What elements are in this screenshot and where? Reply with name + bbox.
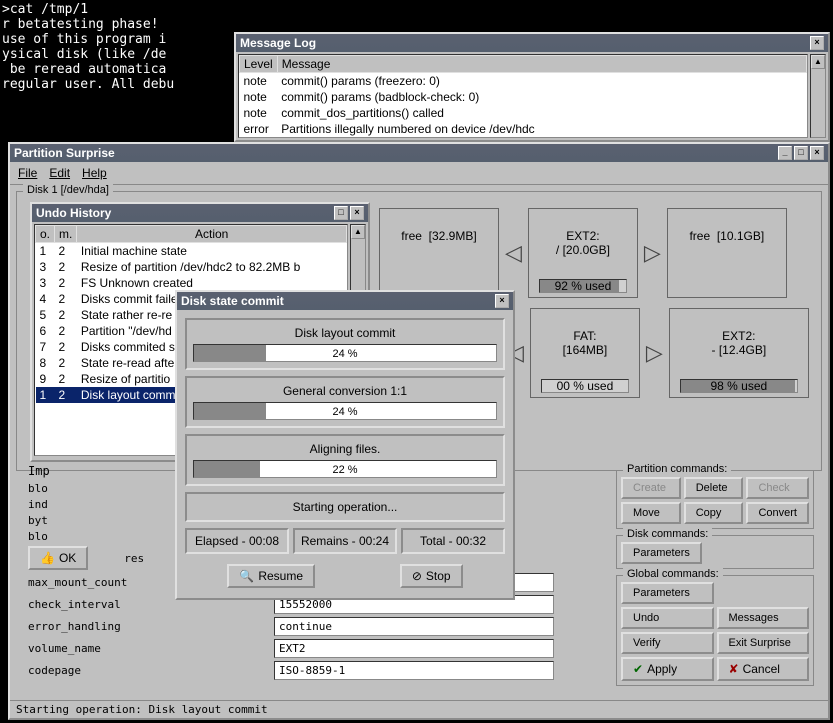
table-row[interactable]: 12Initial machine state bbox=[36, 243, 347, 260]
commit-titlebar[interactable]: Disk state commit × bbox=[177, 292, 513, 310]
undo-button[interactable]: Undo bbox=[621, 607, 714, 629]
table-row[interactable]: 32Resize of partition /dev/hdc2 to 82.2M… bbox=[36, 259, 347, 275]
partition-free2[interactable]: free [10.1GB] bbox=[667, 208, 787, 298]
global-parameters-button[interactable]: Parameters bbox=[621, 582, 714, 604]
check-button[interactable]: Check bbox=[746, 477, 809, 499]
x-icon: ✘ bbox=[729, 662, 739, 676]
thumb-icon: 👍 bbox=[40, 551, 55, 565]
table-row[interactable]: notecommit() params (badblock-check: 0) bbox=[240, 89, 807, 105]
maximize-icon[interactable]: □ bbox=[794, 146, 808, 160]
progress-bar-1: 24 % bbox=[193, 344, 497, 362]
stop-icon: ⊘ bbox=[412, 569, 422, 583]
undo-titlebar[interactable]: Undo History □ × bbox=[32, 204, 368, 222]
close-icon[interactable]: × bbox=[350, 206, 364, 220]
status-bar: Starting operation: Disk layout commit bbox=[10, 700, 828, 718]
progress-bar-3: 22 % bbox=[193, 460, 497, 478]
task2-label: General conversion 1:1 bbox=[193, 384, 497, 398]
codepage-input[interactable] bbox=[274, 661, 554, 680]
exit-button[interactable]: Exit Surprise bbox=[717, 632, 810, 654]
partition-ext2-root[interactable]: EXT2: / [20.0GB] 92 % used bbox=[528, 208, 638, 298]
menu-edit[interactable]: Edit bbox=[49, 166, 70, 180]
msglog-col-message[interactable]: Message bbox=[277, 56, 806, 73]
elapsed-time: Elapsed - 00:08 bbox=[185, 528, 289, 554]
arrow-left-icon[interactable]: ◁ bbox=[505, 240, 522, 266]
close-icon[interactable]: × bbox=[495, 294, 509, 308]
task3-label: Aligning files. bbox=[193, 442, 497, 456]
table-row[interactable]: errorPartitions illegally numbered on de… bbox=[240, 121, 807, 137]
delete-button[interactable]: Delete bbox=[684, 477, 744, 499]
resume-button[interactable]: 🔍Resume bbox=[227, 564, 315, 588]
close-icon[interactable]: × bbox=[810, 146, 824, 160]
partition-commands: Partition commands: Create Delete Check … bbox=[616, 470, 814, 529]
maximize-icon[interactable]: □ bbox=[334, 206, 348, 220]
global-commands: Global commands: Parameters Undo Message… bbox=[616, 575, 814, 686]
msglog-titlebar[interactable]: Message Log × bbox=[236, 34, 828, 52]
close-icon[interactable]: × bbox=[810, 36, 824, 50]
menu-file[interactable]: File bbox=[18, 166, 37, 180]
remains-time: Remains - 00:24 bbox=[293, 528, 397, 554]
table-row[interactable]: 32FS Unknown created bbox=[36, 275, 347, 291]
menubar: File Edit Help bbox=[10, 162, 828, 185]
table-row[interactable]: notecommit() params (freezero: 0) bbox=[240, 73, 807, 90]
disk-commands: Disk commands: Parameters bbox=[616, 535, 814, 569]
disk1-legend: Disk 1 [/dev/hda] bbox=[23, 184, 113, 196]
messages-button[interactable]: Messages bbox=[717, 607, 810, 629]
main-titlebar[interactable]: Partition Surprise _ □ × bbox=[10, 144, 828, 162]
arrow-right-icon[interactable]: ▷ bbox=[644, 240, 661, 266]
progress-bar-2: 24 % bbox=[193, 402, 497, 420]
main-title: Partition Surprise bbox=[14, 146, 115, 160]
menu-help[interactable]: Help bbox=[82, 166, 107, 180]
msglog-window: Message Log × Level Message notecommit()… bbox=[234, 32, 830, 142]
table-row[interactable]: notecommit_dos_partitions() called bbox=[240, 105, 807, 121]
move-button[interactable]: Move bbox=[621, 502, 681, 524]
check-icon: ✔ bbox=[633, 662, 643, 676]
scrollbar[interactable]: ▲ bbox=[810, 54, 826, 138]
msglog-title: Message Log bbox=[240, 36, 316, 50]
scroll-up-icon[interactable]: ▲ bbox=[351, 225, 365, 239]
play-icon: 🔍 bbox=[239, 569, 254, 583]
error-handling-input[interactable] bbox=[274, 617, 554, 636]
partition-free[interactable]: free [32.9MB] bbox=[379, 208, 499, 298]
stop-button[interactable]: ⊘Stop bbox=[400, 564, 463, 588]
msglog-col-level[interactable]: Level bbox=[240, 56, 278, 73]
verify-button[interactable]: Verify bbox=[621, 632, 714, 654]
partition-ext2-2[interactable]: EXT2: - [12.4GB] 98 % used bbox=[669, 308, 809, 398]
copy-button[interactable]: Copy bbox=[684, 502, 744, 524]
convert-button[interactable]: Convert bbox=[746, 502, 809, 524]
scroll-up-icon[interactable]: ▲ bbox=[811, 55, 825, 69]
minimize-icon[interactable]: _ bbox=[778, 146, 792, 160]
partition-fat[interactable]: FAT: [164MB] 00 % used bbox=[530, 308, 640, 398]
commit-title: Disk state commit bbox=[181, 294, 284, 308]
terminal-text: >cat /tmp/1 r betatesting phase! use of … bbox=[0, 0, 176, 94]
cancel-button[interactable]: ✘Cancel bbox=[717, 657, 810, 681]
disk-parameters-button[interactable]: Parameters bbox=[621, 542, 702, 564]
ok-button[interactable]: 👍OK bbox=[28, 546, 88, 570]
apply-button[interactable]: ✔Apply bbox=[621, 657, 714, 681]
msglog-table: Level Message notecommit() params (freez… bbox=[239, 55, 807, 137]
commit-status: Starting operation... bbox=[185, 492, 505, 522]
volume-name-input[interactable] bbox=[274, 639, 554, 658]
task1-label: Disk layout commit bbox=[193, 326, 497, 340]
create-button[interactable]: Create bbox=[621, 477, 681, 499]
undo-title: Undo History bbox=[36, 206, 111, 220]
total-time: Total - 00:32 bbox=[401, 528, 505, 554]
commit-dialog: Disk state commit × Disk layout commit 2… bbox=[175, 290, 515, 600]
arrow-right-icon[interactable]: ▷ bbox=[646, 340, 663, 366]
